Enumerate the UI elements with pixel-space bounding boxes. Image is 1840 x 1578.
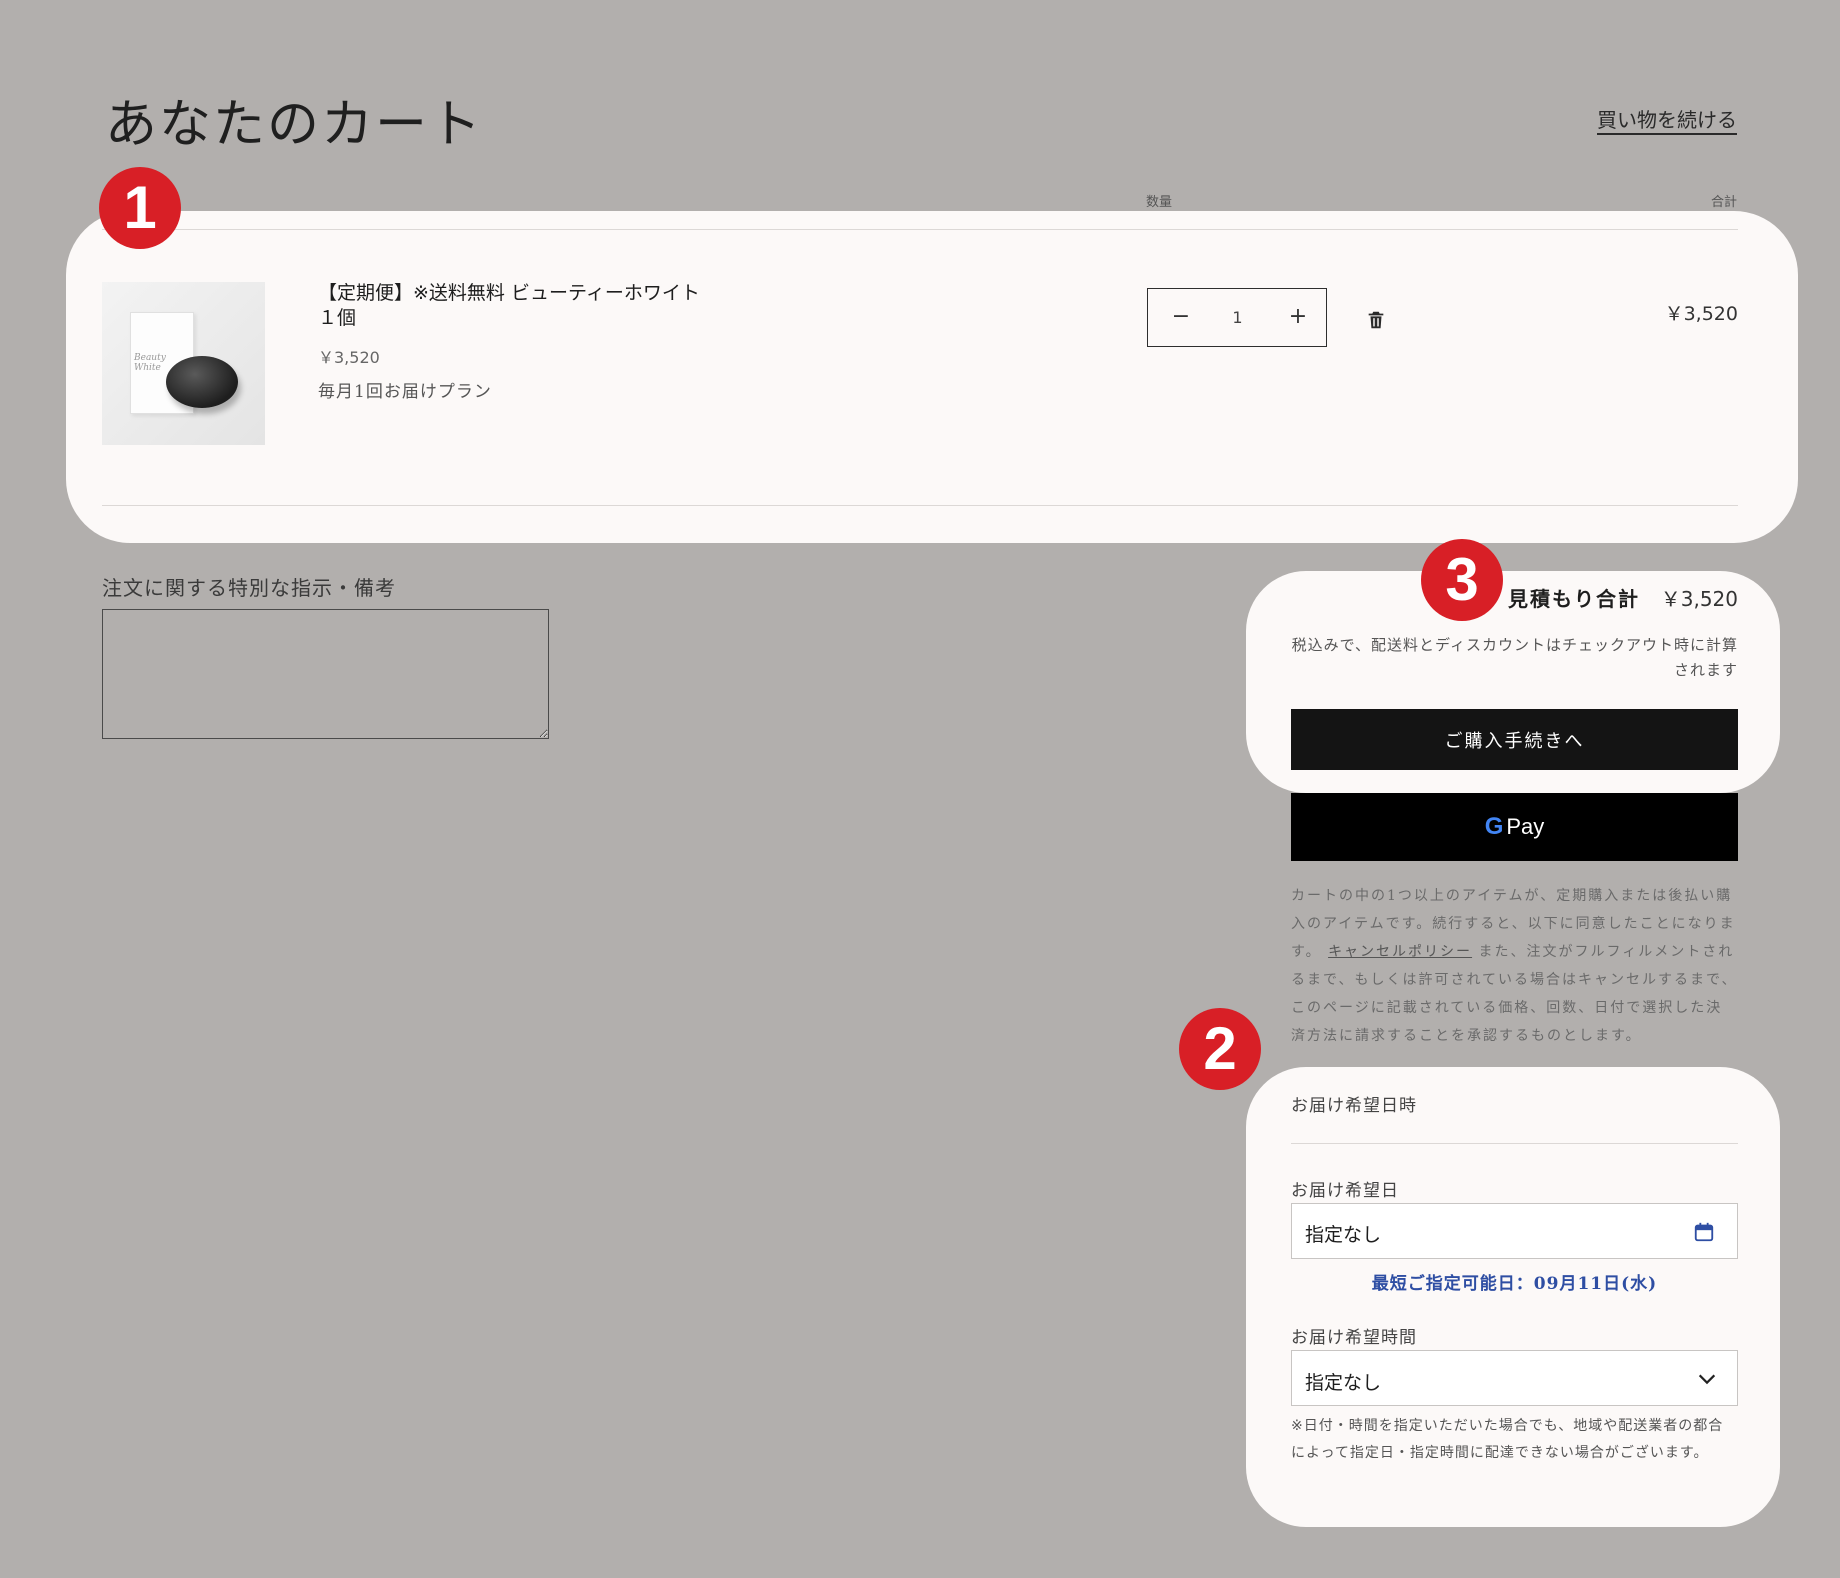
delivery-note: ※日付・時間を指定いただいた場合でも、地域や配送業者の都合によって指定日・指定時… [1291, 1418, 1724, 1461]
line-total: ￥3,520 [1664, 303, 1738, 325]
tax-note: 税込みで、配送料とディスカウントはチェックアウト時に計算されます [1291, 636, 1738, 679]
step-marker-3: 3 [1421, 539, 1503, 621]
step-marker-1: 1 [99, 167, 181, 249]
google-pay-button[interactable]: G Pay [1291, 793, 1738, 861]
order-note-label: 注文に関する特別な指示・備考 [102, 576, 396, 600]
continue-shopping-link[interactable]: 買い物を続ける [1582, 104, 1737, 133]
decrease-quantity-button[interactable]: − [1166, 302, 1196, 332]
earliest-delivery-date: 最短ご指定可能日：09月11日(水) [1371, 1274, 1658, 1294]
google-g-icon: G [1484, 813, 1504, 840]
divider [102, 229, 1738, 230]
delivery-section-title: お届け希望日時 [1291, 1096, 1417, 1116]
product-plan: 毎月1回お届けプラン [318, 382, 492, 402]
product-name[interactable]: 【定期便】※送料無料 ビューティーホワイト １個 [318, 281, 719, 331]
divider [1291, 1143, 1738, 1144]
trash-icon[interactable] [1365, 309, 1387, 331]
estimated-total-value: ￥3,520 [1660, 587, 1738, 611]
product-thumbnail[interactable]: Beauty White [102, 282, 265, 445]
calendar-icon[interactable] [1693, 1221, 1715, 1243]
delivery-date-value: 指定なし [1305, 1224, 1382, 1246]
google-pay-label: Pay [1506, 814, 1545, 839]
estimated-total-label: 見積もり合計 [1508, 587, 1640, 611]
quantity-column-header: 数量 [1146, 195, 1173, 210]
subscription-terms: カートの中の1つ以上のアイテムが、定期購入または後払い購入のアイテムです。続行す… [1291, 882, 1738, 1050]
step-marker-2: 2 [1179, 1008, 1261, 1090]
increase-quantity-button[interactable]: + [1283, 302, 1313, 332]
delivery-time-label: お届け希望時間 [1291, 1328, 1417, 1348]
order-note-textarea[interactable] [102, 609, 549, 739]
total-column-header: 合計 [1710, 195, 1737, 210]
quantity-input[interactable] [1210, 302, 1265, 332]
page-title: あなたのカート [105, 95, 484, 155]
cancel-policy-link[interactable]: キャンセルポリシー [1328, 944, 1472, 960]
product-unit-price: ￥3,520 [318, 348, 380, 367]
divider [102, 505, 1738, 506]
chevron-down-icon[interactable] [1696, 1368, 1718, 1390]
delivery-time-value: 指定なし [1305, 1372, 1382, 1394]
product-soap [166, 356, 238, 408]
checkout-button[interactable]: ご購入手続きへ [1291, 709, 1738, 770]
delivery-date-label: お届け希望日 [1291, 1181, 1399, 1201]
